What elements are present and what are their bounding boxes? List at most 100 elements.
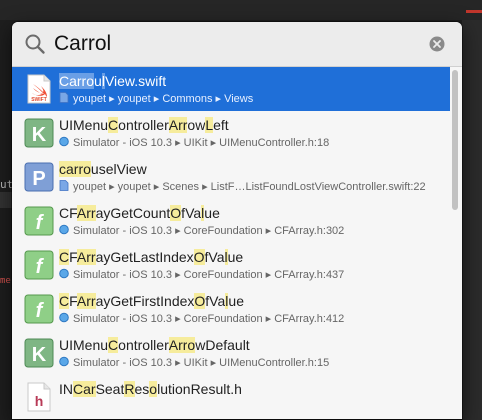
f-symbol-icon: f [24, 294, 54, 324]
result-title: CarroulView.swift [59, 73, 166, 89]
title-match-segment: C [59, 293, 70, 309]
title-segment: Seat [95, 381, 125, 397]
svg-text:h: h [35, 393, 44, 409]
open-quickly-panel: SWIFT CarroulView.swift youpet ▸ youpet ▸ … [12, 22, 462, 419]
title-match-segment: O [170, 205, 182, 221]
title-segment: wDefault [195, 337, 250, 353]
result-row[interactable]: h INCarSeatResolutionResult.h [12, 375, 450, 419]
title-match-segment: L [205, 117, 214, 133]
title-match-segment: C [108, 337, 119, 353]
result-title: CFArrayGetCountOfValue [59, 205, 220, 221]
k-symbol-icon: K [24, 118, 54, 148]
sdk-icon [59, 356, 69, 367]
project-file-icon [59, 92, 69, 103]
title-segment: ue [228, 293, 244, 309]
title-match-segment: O [193, 249, 205, 265]
title-match-segment: Car [73, 381, 96, 397]
title-segment: eft [213, 117, 229, 133]
result-title: UIMenuControllerArrowLeft [59, 117, 229, 133]
title-match-segment: Arr [76, 293, 96, 309]
title-match-segment: Arr [76, 249, 96, 265]
result-title: carrouselView [59, 161, 147, 177]
result-path-text: Simulator - iOS 10.3 ▸ CoreFoundation ▸ … [73, 313, 345, 325]
result-title: CFArrayGetFirstIndexOfValue [59, 293, 244, 309]
title-match-segment: O [194, 293, 206, 309]
title-segment: u [90, 161, 99, 177]
result-row[interactable]: PcarrouselView youpet ▸ youpet ▸ Scenes ▸… [12, 155, 450, 199]
p-symbol-icon: P [24, 162, 54, 192]
sdk-icon [59, 136, 69, 147]
result-row[interactable]: f CFArrayGetCountOfValue Simulator - iOS 1… [12, 199, 450, 243]
f-symbol-icon: f [24, 206, 54, 236]
title-segment: ayGetLastIndex [95, 249, 194, 265]
title-match-segment: o [149, 381, 158, 397]
result-title: INCarSeatResolutionResult.h [59, 381, 242, 397]
title-segment: F [69, 249, 77, 265]
svg-text:SWIFT: SWIFT [31, 97, 47, 103]
result-row[interactable]: SWIFT CarroulView.swift youpet ▸ youpet ▸ … [12, 67, 450, 111]
f-symbol-icon: f [24, 250, 54, 280]
title-match-segment: C [108, 117, 119, 133]
result-row[interactable]: K UIMenuControllerArrowLeft Simulator - iO… [12, 111, 450, 155]
result-row[interactable]: K UIMenuControllerArrowDefault Simulator -… [12, 331, 450, 375]
title-segment: lutionResult.h [157, 381, 242, 397]
background-toolbar [0, 0, 482, 20]
title-segment: View [116, 161, 147, 177]
title-segment: ue [204, 205, 220, 221]
clear-search-icon[interactable] [429, 36, 445, 52]
result-path: youpet ▸ youpet ▸ Scenes ▸ ListF…ListFou… [59, 180, 426, 193]
title-segment: fVa [205, 293, 226, 309]
title-segment: View.swift [104, 73, 167, 89]
title-match-segment: Arr [168, 117, 188, 133]
title-segment: ayGetCount [95, 205, 171, 221]
title-match-segment: carro [59, 161, 91, 177]
svg-text:P: P [32, 168, 45, 190]
title-segment: ontroller [118, 337, 169, 353]
title-segment: ayGetFirstIndex [95, 293, 195, 309]
title-segment: CF [59, 205, 77, 221]
title-match-segment: Arr [168, 337, 188, 353]
title-segment: el [105, 161, 117, 177]
k-symbol-icon: K [24, 338, 54, 368]
title-segment: a [193, 205, 202, 221]
background-red-marker [466, 10, 482, 13]
title-segment: UIMenu [59, 337, 109, 353]
title-segment: s [98, 161, 106, 177]
result-title: CFArrayGetLastIndexOfValue [59, 249, 243, 265]
result-path-text: Simulator - iOS 10.3 ▸ CoreFoundation ▸ … [73, 269, 345, 281]
sdk-icon [59, 224, 69, 235]
result-path: Simulator - iOS 10.3 ▸ CoreFoundation ▸ … [59, 268, 344, 281]
result-path-text: youpet ▸ youpet ▸ Scenes ▸ ListF…ListFou… [73, 181, 426, 193]
result-path-text: Simulator - iOS 10.3 ▸ UIKit ▸ UIMenuCon… [73, 137, 330, 149]
title-segment: UIMenu [59, 117, 109, 133]
result-path: Simulator - iOS 10.3 ▸ CoreFoundation ▸ … [59, 224, 344, 237]
result-row[interactable]: f CFArrayGetLastIndexOfValue Simulator - i… [12, 243, 450, 287]
project-file-icon [59, 180, 69, 191]
results-scrollbar[interactable] [452, 70, 458, 210]
results-list: SWIFT CarroulView.swift youpet ▸ youpet ▸ … [12, 66, 462, 419]
result-path-text: Simulator - iOS 10.3 ▸ CoreFoundation ▸ … [73, 225, 345, 237]
search-input[interactable] [54, 28, 414, 60]
result-path: Simulator - iOS 10.3 ▸ UIKit ▸ UIMenuCon… [59, 136, 329, 149]
svg-text:K: K [32, 344, 47, 366]
search-icon [25, 34, 45, 54]
swift-file-icon: SWIFT [27, 74, 51, 104]
title-segment: ow [187, 117, 206, 133]
background-error-fragment: me [0, 276, 11, 286]
result-path: Simulator - iOS 10.3 ▸ UIKit ▸ UIMenuCon… [59, 356, 329, 369]
title-match-segment: R [124, 381, 135, 397]
title-match-segment: C [59, 249, 70, 265]
sdk-icon [59, 268, 69, 279]
title-match-segment: Carro [59, 73, 95, 89]
result-path-text: Simulator - iOS 10.3 ▸ UIKit ▸ UIMenuCon… [73, 357, 330, 369]
title-segment: es [134, 381, 150, 397]
result-title: UIMenuControllerArrowDefault [59, 337, 250, 353]
result-row[interactable]: f CFArrayGetFirstIndexOfValue Simulator - … [12, 287, 450, 331]
title-segment: IN [59, 381, 73, 397]
title-segment: u [94, 73, 102, 89]
background-editor-edge [462, 20, 482, 420]
title-segment: ontroller [118, 117, 169, 133]
title-segment: fVa [204, 249, 225, 265]
sdk-icon [59, 312, 69, 323]
result-path-text: youpet ▸ youpet ▸ Commons ▸ Views [73, 93, 254, 105]
